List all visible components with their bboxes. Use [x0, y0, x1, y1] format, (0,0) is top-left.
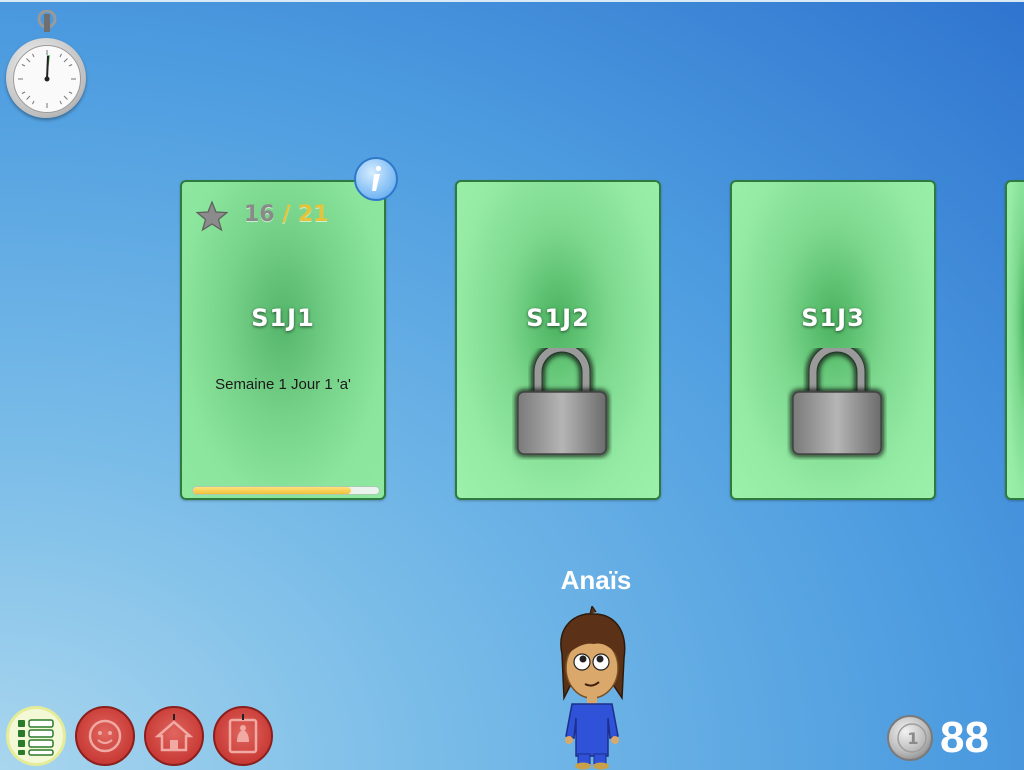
level-subtitle: Semaine 1 Jour 1 'a' — [215, 376, 351, 393]
lock-icon — [791, 348, 883, 456]
info-icon[interactable] — [353, 156, 399, 202]
stopwatch-crown — [37, 10, 57, 32]
stars-separator: / — [274, 202, 298, 227]
level-code: S1J3 — [801, 304, 865, 332]
player-avatar[interactable] — [552, 606, 632, 770]
lock-icon — [516, 348, 608, 456]
face-icon — [88, 719, 122, 753]
stopwatch-face — [13, 45, 81, 113]
coin-label: 1 — [907, 729, 918, 748]
list-icon — [18, 719, 54, 756]
level-card-next[interactable] — [1005, 180, 1024, 500]
level-progress-fill — [193, 487, 352, 494]
level-card-s1j3[interactable]: S1J3 — [730, 180, 936, 500]
coin-icon: 1 — [887, 715, 933, 761]
top-border — [0, 0, 1024, 2]
level-progress-bar — [192, 486, 380, 495]
level-code: S1J2 — [526, 304, 590, 332]
level-card-s1j1[interactable]: 16 / 21 S1J1 Semaine 1 Jour 1 'a' — [180, 180, 386, 500]
player-name: Anaïs — [560, 565, 632, 595]
stars-current: 16 — [244, 202, 275, 227]
coin-count: 88 — [940, 713, 989, 762]
house-button[interactable] — [144, 706, 204, 766]
star-icon — [196, 200, 228, 232]
level-code: S1J1 — [251, 304, 315, 332]
book-button[interactable] — [213, 706, 273, 766]
book-icon — [228, 714, 258, 754]
stars-total: 21 — [297, 202, 329, 227]
stopwatch-icon[interactable] — [6, 10, 88, 122]
list-button[interactable] — [6, 706, 66, 766]
character-button[interactable] — [75, 706, 135, 766]
level-card-s1j2[interactable]: S1J2 — [455, 180, 661, 500]
house-icon — [154, 714, 194, 752]
stars-score-text: 16 / 21 — [244, 202, 329, 227]
